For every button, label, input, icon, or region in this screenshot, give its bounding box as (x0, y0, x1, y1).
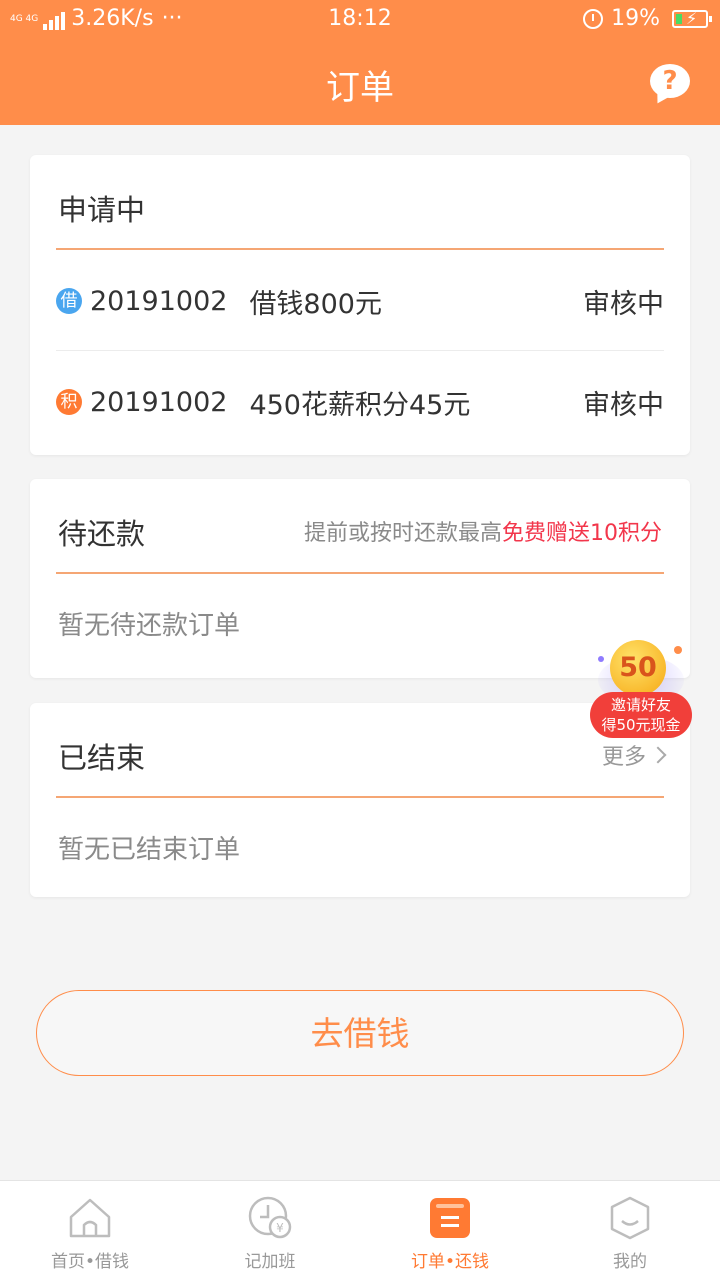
help-icon[interactable]: ? (650, 64, 690, 98)
battery-percent: 19% (611, 6, 660, 31)
top-bar: 4G 4G 3.26K/s ··· 18:12 19% ⚡ 订单 ? (0, 0, 720, 125)
pending-divider (56, 572, 664, 574)
chevron-right-icon (649, 746, 667, 764)
invite-line2: 得50元现金 (601, 716, 681, 734)
home-icon (69, 1198, 111, 1238)
tab-home[interactable]: 首页•借钱 (0, 1181, 180, 1280)
points-badge-icon: 积 (56, 389, 82, 415)
order-row[interactable]: 积 20191002 450花薪积分45元 审核中 (56, 352, 664, 452)
tab-label: 订单•还钱 (410, 1252, 490, 1272)
order-status: 审核中 (583, 288, 664, 320)
applying-title: 申请中 (58, 193, 146, 227)
status-bar: 4G 4G 3.26K/s ··· 18:12 19% ⚡ (0, 0, 720, 38)
order-desc: 450花薪积分45元 (249, 389, 471, 421)
order-desc: 借钱800元 (249, 288, 382, 320)
pending-empty: 暂无待还款订单 (58, 611, 241, 641)
tab-label: 我的 (613, 1252, 647, 1272)
finished-empty: 暂无已结束订单 (58, 835, 241, 865)
clock-yen-icon: ¥ (248, 1196, 292, 1239)
alarm-icon (583, 8, 604, 29)
borrow-button[interactable]: 去借钱 (36, 990, 684, 1076)
tab-overtime[interactable]: ¥ 记加班 (180, 1181, 360, 1280)
pending-promo: 提前或按时还款最高免费赠送10积分 (304, 515, 662, 547)
order-row[interactable]: 借 20191002 借钱800元 审核中 (56, 251, 664, 351)
decor-dot (598, 656, 604, 662)
coin-icon: 50 (610, 640, 666, 696)
tab-label: 记加班 (244, 1252, 296, 1272)
invite-friend-badge[interactable]: 50 邀请好友 得50元现金 (588, 636, 694, 740)
tab-orders[interactable]: 订单•还钱 (360, 1181, 540, 1280)
bottom-tab-bar: 首页•借钱 ¥ 记加班 订单•还钱 我的 (0, 1180, 720, 1280)
svg-text:¥: ¥ (276, 1221, 284, 1235)
order-icon (430, 1198, 470, 1238)
tab-profile[interactable]: 我的 (540, 1181, 720, 1280)
order-status: 审核中 (583, 389, 664, 421)
promo-highlight: 免费赠送10积分 (502, 521, 662, 546)
status-right: 19% ⚡ (583, 6, 712, 31)
invite-pill: 邀请好友 得50元现金 (590, 692, 692, 738)
order-number: 20191002 (90, 285, 228, 317)
tab-label: 首页•借钱 (50, 1252, 130, 1272)
applying-card: 申请中 借 20191002 借钱800元 审核中 积 20191002 450… (30, 155, 690, 455)
invite-line1: 邀请好友 (610, 696, 671, 714)
pending-title: 待还款 (58, 517, 146, 551)
row-divider (56, 350, 664, 351)
finished-divider (56, 796, 664, 798)
page-title: 订单 (326, 68, 394, 108)
profile-face-icon (610, 1196, 650, 1240)
borrow-badge-icon: 借 (56, 288, 82, 314)
decor-dot (674, 646, 682, 654)
promo-text: 提前或按时还款最高 (303, 521, 502, 546)
more-link[interactable]: 更多 (601, 739, 667, 771)
applying-divider (56, 248, 664, 250)
finished-title: 已结束 (58, 741, 146, 775)
battery-icon: ⚡ (672, 9, 712, 28)
order-number: 20191002 (90, 386, 228, 418)
more-label: 更多 (601, 745, 646, 770)
